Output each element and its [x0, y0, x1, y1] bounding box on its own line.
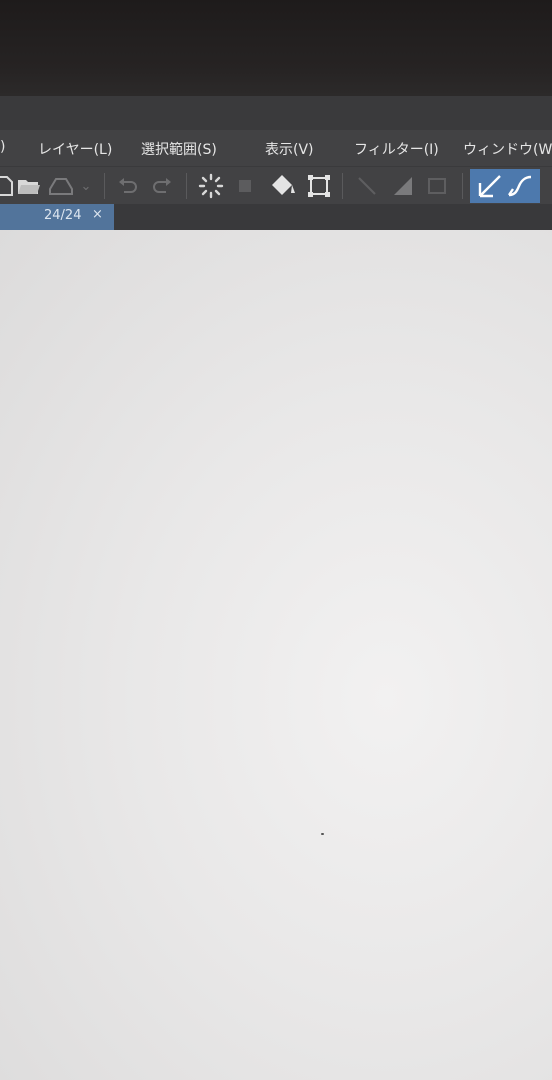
canvas-speck [321, 833, 324, 835]
document-tab-label: 24/24 [44, 208, 82, 223]
menu-edit-partial[interactable]: ) [0, 139, 5, 155]
fill-bucket-icon[interactable] [268, 171, 298, 201]
document-tab-bar: 24/24 × [0, 204, 552, 230]
undo-icon[interactable] [112, 171, 142, 201]
line-tool-icon[interactable] [352, 171, 382, 201]
selection-layer-icon[interactable] [230, 171, 260, 201]
menu-window[interactable]: ウィンドウ(W [463, 139, 552, 159]
transform-icon[interactable] [304, 171, 334, 201]
pen-tool-group[interactable] [470, 169, 540, 203]
menu-filter[interactable]: フィルター(I) [354, 139, 439, 159]
menu-selection[interactable]: 選択範囲(S) [141, 139, 217, 159]
menu-layer[interactable]: レイヤー(L) [38, 139, 112, 159]
menu-bar: ) レイヤー(L) 選択範囲(S) 表示(V) フィルター(I) ウィンドウ(W [0, 130, 552, 166]
monitor-bezel [0, 0, 552, 96]
toolbar-divider [462, 173, 463, 199]
title-bar [0, 96, 552, 130]
chevron-down-icon[interactable]: ⌄ [76, 171, 96, 201]
redo-icon[interactable] [148, 171, 178, 201]
canvas-area[interactable] [0, 230, 552, 1080]
curve-tool-icon[interactable] [505, 171, 535, 201]
command-bar: ⌄ [0, 166, 552, 205]
open-folder-icon[interactable] [14, 171, 44, 201]
toolbar-divider [186, 173, 187, 199]
document-tab[interactable]: 24/24 × [0, 204, 114, 230]
loading-spinner-icon[interactable] [196, 171, 226, 201]
pen-tool-icon[interactable] [475, 171, 505, 201]
toolbar-divider [342, 173, 343, 199]
menu-view[interactable]: 表示(V) [265, 139, 314, 159]
gradient-icon[interactable] [388, 171, 418, 201]
rectangle-icon[interactable] [422, 171, 452, 201]
close-icon[interactable]: × [92, 207, 103, 222]
toolbar-divider [104, 173, 105, 199]
save-icon[interactable] [46, 171, 76, 201]
